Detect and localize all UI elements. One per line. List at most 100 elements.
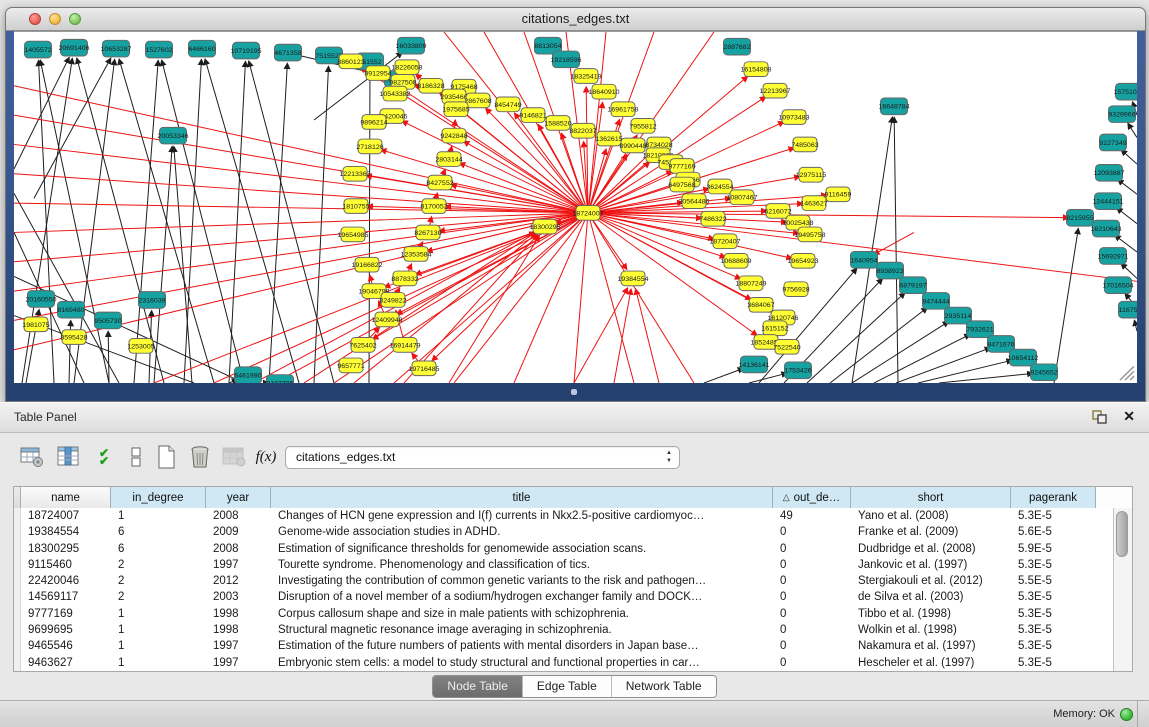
graph-node[interactable]: 20564486	[678, 194, 709, 209]
graph-node[interactable]: 9227349	[1099, 134, 1126, 151]
splitter-grip[interactable]	[571, 389, 577, 395]
graph-node[interactable]: 15692971	[1097, 248, 1128, 265]
tab-network-table[interactable]: Network Table	[612, 676, 716, 697]
column-header-pagerank[interactable]: pagerank	[1011, 487, 1096, 508]
graph-node[interactable]: 8215955	[1066, 209, 1093, 226]
graph-node[interactable]: 2316039	[138, 292, 165, 309]
graph-node[interactable]: 18325419	[570, 69, 601, 84]
graph-node[interactable]: 8267130	[414, 225, 441, 240]
graph-node[interactable]: 19654985	[337, 227, 368, 242]
graph-node[interactable]: 7625402	[349, 338, 376, 353]
table-row[interactable]: 1872400712008Changes of HCN gene express…	[14, 508, 1114, 524]
graph-node[interactable]: 9245652	[1030, 364, 1057, 381]
graph-node[interactable]: 3684067	[747, 297, 774, 312]
network-canvas[interactable]: 1872400714055722069140610653287152760264…	[14, 31, 1137, 383]
graph-node[interactable]: 10543382	[379, 86, 410, 101]
graph-node[interactable]: 8912954	[364, 66, 391, 81]
graph-node[interactable]: 9896214	[360, 115, 387, 130]
delete-table-button[interactable]	[220, 442, 248, 472]
graph-node[interactable]: 7932621	[966, 321, 993, 338]
table-row[interactable]: 977716911998Corpus callosum shape and si…	[14, 606, 1114, 622]
graph-node[interactable]: 6497568	[668, 177, 695, 192]
graph-node[interactable]: 1253005	[127, 339, 154, 354]
delete-column-button[interactable]	[186, 442, 214, 472]
graph-node[interactable]: 9329966	[1108, 106, 1135, 123]
graph-node[interactable]: 1975685	[442, 102, 469, 117]
graph-node[interactable]: 8595428	[60, 330, 87, 345]
graph-node[interactable]: 19384554	[617, 271, 648, 286]
graph-node[interactable]: 9505730	[94, 312, 121, 329]
graph-node[interactable]: 8249822	[379, 293, 406, 308]
graph-node[interactable]: 10688609	[720, 253, 751, 268]
graph-node[interactable]: 19716485	[408, 361, 439, 376]
graph-node[interactable]: 2935114	[945, 307, 972, 324]
window-titlebar[interactable]: citations_edges.txt	[6, 8, 1145, 31]
table-source-select[interactable]: citations_edges.txt ▲▼	[285, 446, 680, 469]
graph-node[interactable]: 1810755	[342, 199, 369, 214]
graph-node[interactable]: 2803144	[435, 152, 462, 167]
table-row[interactable]: 1938455462009Genome-wide association stu…	[14, 524, 1114, 540]
graph-node[interactable]: 10654112	[1008, 349, 1039, 366]
table-row[interactable]: 1456911722003Disruption of a novel membe…	[14, 589, 1114, 605]
graph-node[interactable]: 9657771	[337, 358, 364, 373]
graph-node[interactable]: 8860123	[337, 54, 364, 69]
graph-node[interactable]: 18226058	[391, 60, 422, 75]
column-header-year[interactable]: year	[206, 487, 271, 508]
column-header-out_degree[interactable]: △out_de…	[773, 487, 851, 508]
graph-node[interactable]: 16648784	[878, 98, 909, 115]
graph-node[interactable]: 12213967	[759, 83, 790, 98]
graph-node[interactable]: 20053346	[157, 127, 188, 144]
graph-node[interactable]: 19166822	[351, 257, 382, 272]
graph-node[interactable]: 1753426	[784, 362, 811, 379]
table-row[interactable]: 1830029562008Estimation of significance …	[14, 541, 1114, 557]
table-row[interactable]: 911546021997Tourette syndrome. Phenomeno…	[14, 557, 1114, 573]
deselect-all-rows-button[interactable]	[122, 442, 150, 472]
graph-node[interactable]: 12093887	[1093, 164, 1124, 181]
graph-node[interactable]: 12409948	[371, 312, 402, 327]
scrollbar-thumb[interactable]	[1116, 511, 1128, 557]
table-row[interactable]: 946362711997Embryonic stem cells: a mode…	[14, 655, 1114, 671]
graph-node[interactable]: 8170052	[420, 199, 447, 214]
graph-node[interactable]: 1981075	[22, 317, 49, 332]
graph-node[interactable]: 6879197	[899, 277, 926, 294]
graph-node[interactable]: 19218596	[550, 51, 581, 68]
graph-node[interactable]: 16033809	[395, 37, 426, 54]
table-row[interactable]: 2242004622012Investigating the contribut…	[14, 573, 1114, 589]
graph-node[interactable]: 8427552	[426, 175, 453, 190]
graph-node[interactable]: 9146821	[519, 108, 546, 123]
graph-node[interactable]: 8186328	[417, 78, 444, 93]
graph-node[interactable]: 16154808	[740, 62, 771, 77]
graph-node[interactable]: 8938923	[876, 262, 903, 279]
graph-node[interactable]: 1405572	[24, 41, 51, 58]
graph-node[interactable]: 17016504	[1102, 277, 1133, 294]
graph-node[interactable]: 12353584	[400, 247, 431, 262]
graph-node[interactable]: 9187785	[266, 375, 293, 383]
graph-node[interactable]: 2718126	[356, 139, 383, 154]
graph-node[interactable]: 2867608	[464, 93, 491, 108]
graph-node[interactable]: 8471676	[987, 336, 1014, 353]
graph-node[interactable]: 1615152	[761, 321, 788, 336]
graph-node[interactable]: 18807249	[735, 276, 766, 291]
select-column-button[interactable]	[54, 442, 82, 472]
graph-node[interactable]: 15751074	[1113, 83, 1137, 100]
graph-node[interactable]: 9756928	[782, 282, 809, 297]
graph-node[interactable]: 6466160	[188, 40, 215, 57]
graph-node[interactable]: 12975115	[796, 167, 827, 182]
graph-node[interactable]: 8990448	[619, 138, 646, 153]
function-builder-button[interactable]: f(x)	[252, 442, 280, 472]
network-graph[interactable]: 1872400714055722069140610653287152760264…	[14, 32, 1137, 383]
column-header-in_degree[interactable]: in_degree	[111, 487, 206, 508]
graph-node[interactable]: 1588520	[544, 116, 571, 131]
graph-node[interactable]: 18724007	[572, 206, 603, 221]
tab-node-table[interactable]: Node Table	[433, 676, 523, 697]
graph-node[interactable]: 10653287	[100, 40, 131, 57]
table-row[interactable]: 969969511998Structural magnetic resonanc…	[14, 622, 1114, 638]
select-all-rows-button[interactable]: ✔✔	[90, 442, 118, 472]
graph-node[interactable]: 8878332	[391, 271, 418, 286]
graph-node[interactable]: 9242848	[440, 128, 467, 143]
graph-node[interactable]: 4671358	[274, 44, 301, 61]
graph-node[interactable]: 10973483	[778, 110, 809, 125]
table-row[interactable]: 946554611997Estimation of the future num…	[14, 638, 1114, 654]
graph-node[interactable]: 9474444	[922, 293, 949, 310]
graph-node[interactable]: 9116459	[825, 187, 852, 202]
